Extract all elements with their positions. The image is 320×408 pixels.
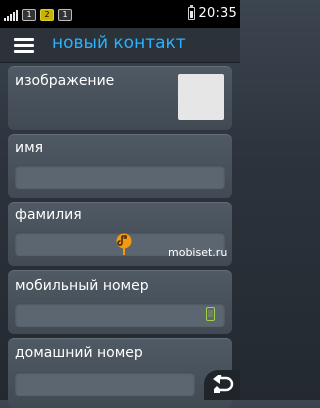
home-number-card: домашний номер xyxy=(8,338,232,408)
mobile-number-label: мобильный номер xyxy=(15,278,149,294)
clock: 20:35 xyxy=(198,6,237,21)
home-number-label: домашний номер xyxy=(15,345,143,361)
status-bar-left: 1 2 1 xyxy=(4,7,72,21)
page-title: новый контакт xyxy=(52,33,186,53)
watermark-text: mobiset.ru xyxy=(168,246,228,259)
battery-icon xyxy=(187,5,195,20)
back-button[interactable] xyxy=(204,370,240,400)
phone-icon xyxy=(206,307,215,321)
back-icon xyxy=(213,375,234,393)
first-name-card: имя xyxy=(8,134,232,198)
header: новый контакт xyxy=(0,28,240,63)
image-card[interactable]: изображение xyxy=(8,66,232,130)
status-bar-right: 20:35 xyxy=(187,5,237,21)
status-bar: 1 2 1 20:35 xyxy=(0,0,240,28)
first-name-label: имя xyxy=(15,140,44,156)
last-name-label: фамилия xyxy=(15,207,82,223)
first-name-field[interactable] xyxy=(15,165,225,189)
sim-3-indicator: 1 xyxy=(58,9,72,21)
home-number-field[interactable] xyxy=(15,372,195,396)
menu-icon[interactable] xyxy=(14,38,34,54)
sim-2-indicator: 2 xyxy=(40,9,54,21)
mobile-number-field[interactable] xyxy=(15,303,225,327)
image-placeholder[interactable] xyxy=(178,74,224,120)
mobile-number-card: мобильный номер xyxy=(8,270,232,334)
sim-1-indicator: 1 xyxy=(22,9,36,21)
text-cursor-icon[interactable] xyxy=(116,232,132,256)
signal-strength-icon xyxy=(4,9,18,21)
image-label: изображение xyxy=(15,73,115,89)
